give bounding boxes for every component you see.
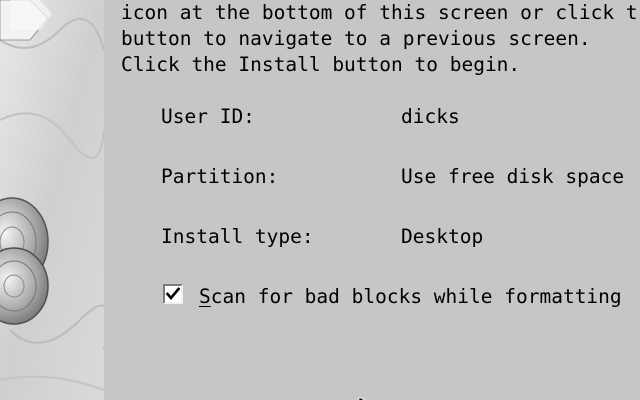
checkmark-icon [165, 287, 181, 301]
side-art-panel [0, 0, 104, 400]
installer-screen: icon at the bottom of this screen or cli… [0, 0, 640, 400]
install-type-value: Desktop [401, 225, 484, 248]
scan-bad-blocks-label[interactable]: Scan for bad blocks while formatting [199, 285, 622, 309]
mouse-pointer-icon [358, 391, 370, 400]
disc-art-icon [0, 0, 104, 400]
partition-label: Partition: [161, 165, 279, 188]
install-type-label: Install type: [161, 225, 314, 248]
user-id-label: User ID: [161, 105, 255, 128]
intro-text-line: icon at the bottom of this screen or cli… [121, 1, 638, 24]
scan-bad-blocks-checkbox[interactable] [163, 284, 183, 304]
mnemonic-letter: S [199, 285, 211, 308]
partition-value: Use free disk space [401, 165, 625, 188]
intro-text-line: button to navigate to a previous screen. [121, 27, 591, 50]
intro-text-line: Click the Install button to begin. [121, 53, 521, 76]
scan-label-text: can for bad blocks while formatting [210, 285, 622, 308]
user-id-value: dicks [401, 105, 460, 128]
main-content: icon at the bottom of this screen or cli… [104, 0, 640, 400]
